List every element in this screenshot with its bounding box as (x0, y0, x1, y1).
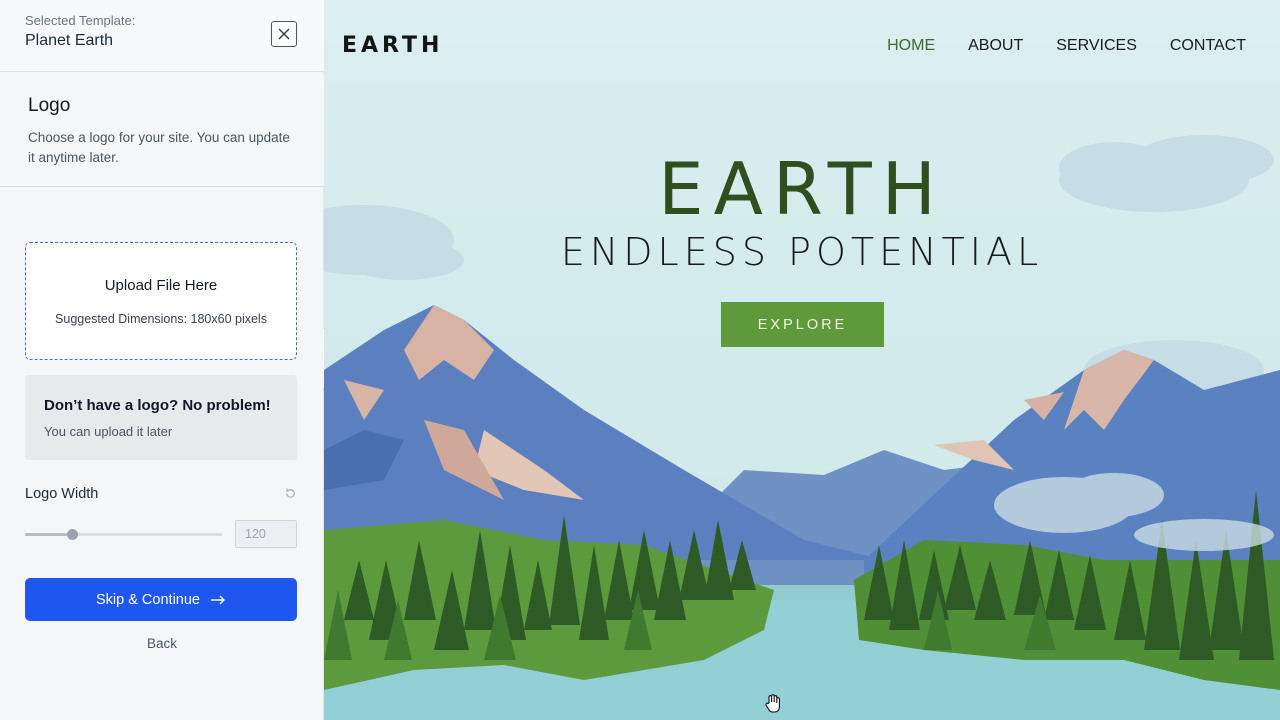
no-logo-text: You can upload it later (44, 424, 173, 439)
logo-width-slider[interactable] (25, 529, 222, 540)
upload-hint: Suggested Dimensions: 180x60 pixels (55, 312, 267, 326)
no-logo-notice: Don’t have a logo? No problem! You can u… (25, 375, 297, 460)
back-link[interactable]: Back (0, 636, 324, 651)
close-icon (278, 28, 290, 40)
upload-dropzone[interactable]: Upload File Here Suggested Dimensions: 1… (25, 242, 297, 360)
skip-continue-label: Skip & Continue (96, 591, 200, 608)
nav-home[interactable]: HOME (887, 37, 935, 55)
editor-sidebar: Selected Template: Planet Earth Logo Cho… (0, 0, 324, 720)
nav-services[interactable]: SERVICES (1056, 37, 1137, 55)
slider-handle[interactable] (67, 529, 78, 540)
selected-template-label: Selected Template: (25, 13, 136, 28)
section-description: Choose a logo for your site. You can upd… (28, 130, 290, 165)
sidebar-header: Selected Template: Planet Earth (0, 0, 324, 72)
nav-contact[interactable]: CONTACT (1170, 37, 1246, 55)
slider-fill (25, 533, 72, 536)
logo-width-label: Logo Width (25, 486, 99, 502)
landscape-illustration (324, 135, 1280, 720)
selected-template-name: Planet Earth (25, 32, 114, 49)
arrow-right-icon (210, 595, 225, 604)
logo-section-header: Logo Choose a logo for your site. You ca… (0, 73, 324, 187)
hero-subtitle: ENDLESS POTENTIAL (560, 230, 1044, 274)
upload-title: Upload File Here (104, 277, 218, 294)
skip-continue-button[interactable]: Skip & Continue (25, 578, 297, 621)
hero-title: EARTH (658, 147, 946, 231)
reset-icon[interactable] (284, 487, 297, 500)
close-button[interactable] (271, 21, 297, 47)
site-logo[interactable]: EARTH (342, 33, 443, 58)
section-title: Logo (28, 95, 71, 116)
site-preview: EARTH HOME ABOUT SERVICES CONTACT EARTH … (324, 0, 1280, 720)
hand-cursor-icon (765, 694, 780, 713)
logo-width-input[interactable] (235, 520, 297, 548)
explore-button[interactable]: EXPLORE (721, 302, 884, 347)
site-nav: HOME ABOUT SERVICES CONTACT (887, 37, 1246, 55)
nav-about[interactable]: ABOUT (968, 37, 1023, 55)
no-logo-title: Don’t have a logo? No problem! (44, 397, 271, 414)
